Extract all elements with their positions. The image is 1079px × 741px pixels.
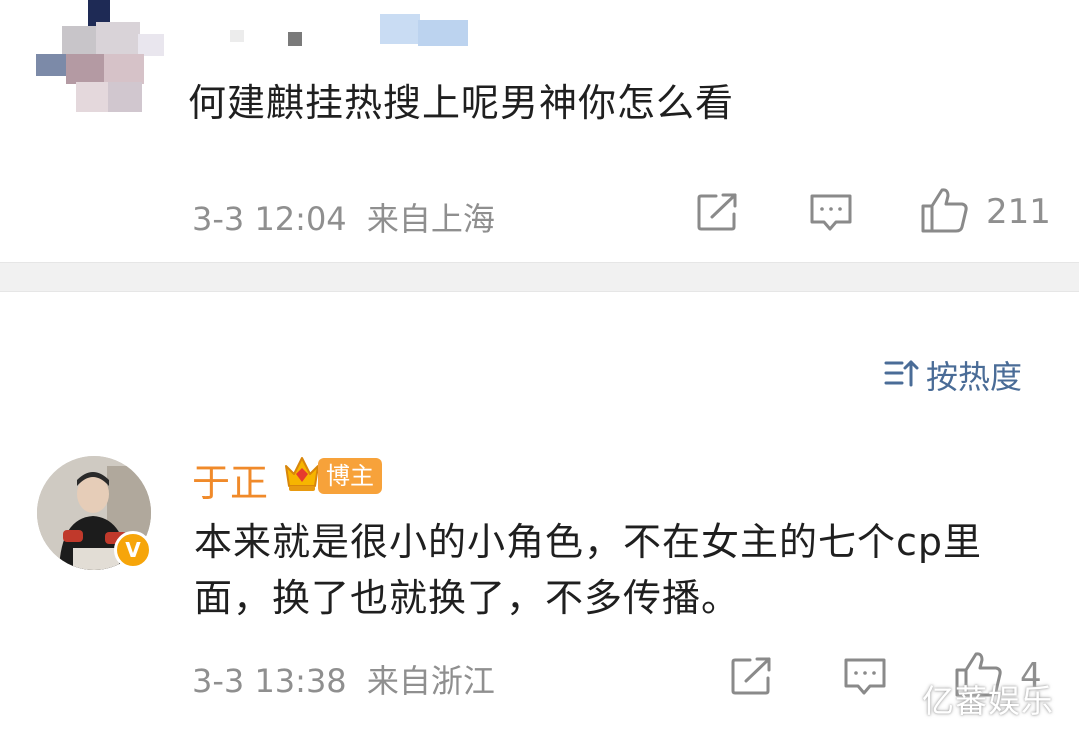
sort-by-hot-button[interactable]: 按热度 — [884, 352, 1022, 398]
comment-icon[interactable] — [808, 192, 854, 238]
comment-location: 来自上海 — [366, 200, 495, 238]
blogger-badge: 博主 — [318, 458, 382, 494]
comment-time: 3-3 12:04 — [192, 200, 347, 238]
comment-text: 本来就是很小的小角色，不在女主的七个cp里面，换了也就换了，不多传播。 — [194, 520, 983, 620]
watermark: 亿蕃娱乐 — [922, 682, 1055, 720]
blurred-avatar[interactable] — [36, 0, 164, 112]
comment-meta: 3-3 13:38 来自浙江 — [192, 656, 495, 702]
comment-text: 何建麒挂热搜上呢男神你怎么看 — [188, 81, 735, 125]
crown-icon — [282, 452, 322, 500]
verified-badge-icon: V — [114, 531, 152, 569]
share-icon[interactable] — [696, 192, 740, 236]
comment-icon[interactable] — [842, 656, 888, 702]
comment-meta: 3-3 12:04 来自上海 — [192, 194, 495, 240]
sort-icon — [884, 357, 920, 393]
blurred-username[interactable] — [230, 14, 480, 50]
author-name[interactable]: 于正 — [192, 452, 268, 507]
like-icon[interactable] — [920, 186, 970, 238]
section-divider — [0, 262, 1079, 292]
sort-label: 按热度 — [926, 358, 1023, 396]
comment-location: 来自浙江 — [366, 662, 495, 700]
share-icon[interactable] — [730, 656, 774, 700]
comment-time: 3-3 13:38 — [192, 662, 347, 700]
like-count: 211 — [986, 192, 1051, 232]
